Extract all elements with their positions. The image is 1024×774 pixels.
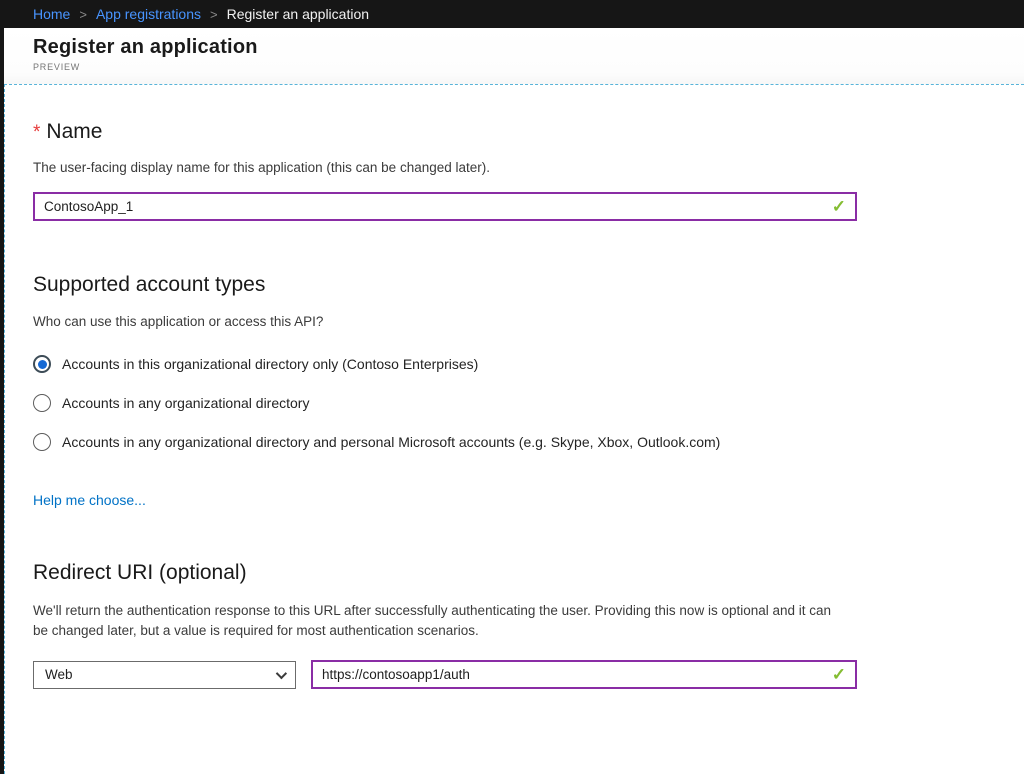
register-application-form: * Name The user-facing display name for t… [4,84,1024,774]
valid-check-icon: ✓ [832,197,846,217]
radio-button-icon[interactable] [33,394,51,412]
required-asterisk: * [33,122,40,143]
chevron-down-icon [276,668,287,679]
breadcrumb: Home > App registrations > Register an a… [0,0,1024,28]
name-heading-text: Name [46,120,102,143]
breadcrumb-app-registrations-link[interactable]: App registrations [96,6,201,22]
breadcrumb-home-link[interactable]: Home [33,6,70,22]
radio-option-label: Accounts in this organizational director… [62,356,478,372]
breadcrumb-separator: > [210,7,218,22]
radio-option-multitenant-personal[interactable]: Accounts in any organizational directory… [33,433,1024,451]
redirect-type-dropdown[interactable]: Web [33,661,296,689]
radio-option-multitenant[interactable]: Accounts in any organizational directory [33,394,1024,412]
radio-option-label: Accounts in any organizational directory… [62,434,720,450]
radio-option-label: Accounts in any organizational directory [62,395,309,411]
page-title: Register an application [33,36,1024,59]
radio-button-icon[interactable] [33,433,51,451]
app-name-input[interactable] [44,199,832,214]
redirect-uri-heading: Redirect URI (optional) [33,561,1024,585]
redirect-uri-section: Redirect URI (optional) We'll return the… [33,561,1024,689]
preview-badge: PREVIEW [33,62,1024,72]
name-description: The user-facing display name for this ap… [33,160,1024,175]
redirect-type-selected-value: Web [45,667,73,682]
supported-account-types-section: Supported account types Who can use this… [33,273,1024,510]
help-me-choose-link[interactable]: Help me choose... [33,492,146,508]
redirect-uri-field-border: ✓ [311,660,857,689]
app-name-field-border: ✓ [33,192,857,221]
redirect-uri-controls: Web ✓ [33,660,1024,689]
page-header: Register an application PREVIEW [4,28,1024,84]
radio-button-icon[interactable] [33,355,51,373]
name-section: * Name The user-facing display name for t… [33,120,1024,221]
breadcrumb-current-page: Register an application [227,6,369,22]
redirect-uri-description: We'll return the authentication response… [33,601,845,640]
radio-option-single-tenant[interactable]: Accounts in this organizational director… [33,355,1024,373]
name-section-heading: * Name [33,120,1024,144]
window-left-frame [0,0,4,774]
breadcrumb-separator: > [79,7,87,22]
redirect-uri-input[interactable] [322,667,832,682]
valid-check-icon: ✓ [832,665,846,685]
account-type-options: Accounts in this organizational director… [33,355,1024,451]
account-types-question: Who can use this application or access t… [33,314,1024,329]
account-types-heading: Supported account types [33,273,1024,297]
